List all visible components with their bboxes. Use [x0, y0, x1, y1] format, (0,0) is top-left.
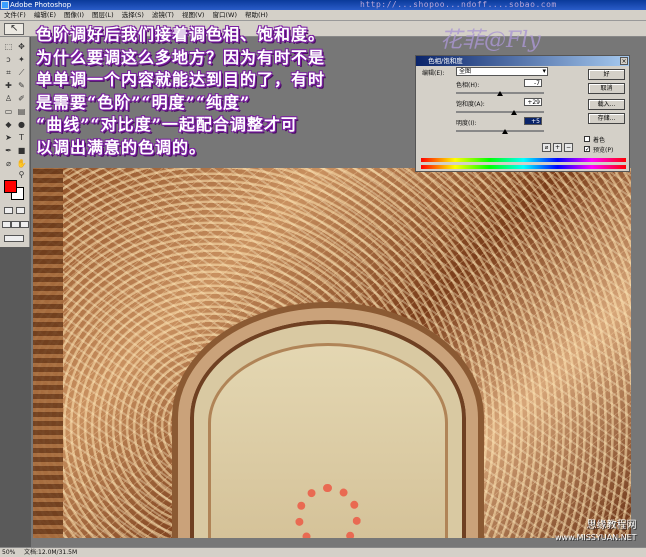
load-button[interactable]: 载入... — [588, 99, 625, 110]
pen-tool-icon[interactable]: ✒ — [3, 145, 14, 156]
save-button[interactable]: 存储... — [588, 113, 625, 124]
path-select-tool-icon[interactable]: ➤ — [3, 132, 14, 143]
preview-checkbox[interactable]: ✓ — [584, 146, 590, 153]
eyedropper-icon[interactable]: ⌀ — [542, 143, 551, 152]
menu-help[interactable]: 帮助(H) — [241, 10, 272, 20]
screen-mode-full-menu-button[interactable] — [11, 221, 20, 228]
cancel-button[interactable]: 取消 — [588, 83, 625, 94]
colorize-checkbox[interactable] — [584, 136, 590, 142]
menu-file[interactable]: 文件(F) — [0, 10, 30, 20]
canvas-left-border — [33, 168, 63, 538]
caption-line-6: 以调出满意的色调的。 — [36, 137, 207, 157]
menu-select[interactable]: 选择(S) — [118, 10, 148, 20]
saturation-label: 饱和度(A): — [456, 101, 485, 108]
window-title: Adobe Photoshop — [10, 1, 72, 9]
hue-input[interactable]: -7 — [524, 79, 542, 87]
eyedropper-tool-icon[interactable]: ⌀ — [3, 158, 14, 169]
watermark-url: http://...shopoo...ndoff....sobao.com — [360, 0, 557, 9]
blur-tool-icon[interactable]: ◆ — [3, 119, 14, 130]
menu-edit[interactable]: 编辑(E) — [30, 10, 60, 20]
quick-mask-button[interactable] — [16, 207, 25, 214]
menu-view[interactable]: 视图(V) — [178, 10, 209, 20]
screen-mode-standard-button[interactable] — [2, 221, 11, 228]
move-tool-icon: ↖ — [10, 23, 19, 34]
crop-tool-icon[interactable]: ⌗ — [3, 67, 14, 78]
site-url: www.MISSYUAN.NET — [555, 533, 637, 542]
saturation-slider-thumb[interactable] — [511, 110, 517, 115]
hand-tool-icon[interactable]: ✋ — [16, 158, 27, 169]
saturation-input[interactable]: +29 — [524, 98, 542, 106]
hue-label: 色相(H): — [456, 82, 480, 89]
jump-to-imageready-button[interactable] — [4, 235, 24, 242]
toolbox: ⬚ ✥ ↄ ✦ ⌗ ⟋ ✚ ✎ ♙ ✐ ▭ ▤ ◆ ● ➤ T ✒ ■ ⌀ ✋ … — [0, 37, 30, 247]
dialog-title: 色相/饱和度 — [428, 57, 463, 65]
status-bar: 50% 文档:12.0M/31.5M — [0, 547, 646, 557]
menu-layer[interactable]: 图层(L) — [88, 10, 118, 20]
standard-mode-button[interactable] — [4, 207, 13, 214]
screen-mode-full-button[interactable] — [20, 221, 29, 228]
logo-watermark: 花菲@Fly — [440, 28, 541, 53]
preview-label: 预览(P) — [593, 147, 614, 154]
ok-button[interactable]: 好 — [588, 69, 625, 80]
input-color-spectrum — [421, 158, 626, 162]
move-tool-icon[interactable]: ✥ — [16, 41, 27, 52]
caption-line-1: 色阶调好后我们接着调色相、饱和度。 — [36, 25, 326, 44]
image-canvas[interactable] — [33, 168, 631, 538]
tool-preset-picker[interactable]: ↖ — [4, 23, 24, 35]
lightness-label: 明度(I): — [456, 120, 477, 127]
lightness-slider-thumb[interactable] — [502, 129, 508, 134]
gradient-tool-icon[interactable]: ▤ — [16, 106, 27, 117]
caption-line-3: 单单调一个内容就能达到目的了，有时 — [36, 70, 326, 89]
caption-line-5: “曲线”“对比度”一起配合调整才可 — [36, 115, 298, 134]
magic-wand-tool-icon[interactable]: ✦ — [16, 54, 27, 65]
menu-filter[interactable]: 滤镜(T) — [148, 10, 178, 20]
eraser-tool-icon[interactable]: ▭ — [3, 106, 14, 117]
brush-tool-icon[interactable]: ✎ — [16, 80, 27, 91]
menu-bar: 文件(F) 编辑(E) 图像(I) 图层(L) 选择(S) 滤镜(T) 视图(V… — [0, 10, 646, 21]
site-watermark: 思缘教程网 www.MISSYUAN.NET — [555, 520, 637, 544]
close-icon[interactable]: × — [620, 57, 628, 65]
edit-select[interactable]: 全图 — [456, 67, 548, 76]
zoom-tool-icon[interactable]: ⚲ — [16, 169, 27, 180]
eyedropper-plus-icon[interactable]: + — [553, 143, 562, 152]
zoom-level[interactable]: 50% — [2, 548, 15, 557]
document-size: 文档:12.0M/31.5M — [24, 549, 78, 556]
photoshop-app-icon — [1, 1, 9, 9]
clone-stamp-tool-icon[interactable]: ♙ — [3, 93, 14, 104]
foreground-color-swatch[interactable] — [4, 180, 17, 193]
lightness-input[interactable]: +5 — [524, 117, 542, 125]
window-title-bar: Adobe Photoshop http://...shopoo...ndoff… — [0, 0, 646, 10]
marquee-tool-icon[interactable]: ⬚ — [3, 41, 14, 52]
colorize-label: 着色 — [593, 137, 606, 144]
dodge-tool-icon[interactable]: ● — [16, 119, 27, 130]
shape-tool-icon[interactable]: ■ — [16, 145, 27, 156]
lightness-slider[interactable] — [456, 130, 544, 132]
lasso-tool-icon[interactable]: ↄ — [3, 54, 14, 65]
tutorial-caption: 色阶调好后我们接着调色相、饱和度。 为什么要调这么多地方？因为有时不是 单单调一… — [36, 24, 426, 159]
healing-brush-tool-icon[interactable]: ✚ — [3, 80, 14, 91]
type-tool-icon[interactable]: T — [16, 132, 27, 143]
menu-image[interactable]: 图像(I) — [60, 10, 88, 20]
menu-window[interactable]: 窗口(W) — [208, 10, 241, 20]
history-brush-tool-icon[interactable]: ✐ — [16, 93, 27, 104]
caption-line-4: 是需要“色阶”“明度”“纯度” — [36, 92, 251, 112]
hue-saturation-dialog: 色相/饱和度 × 编辑(E): 全图 色相(H): -7 饱和度(A): +29… — [415, 55, 630, 172]
site-name: 思缘教程网 — [586, 520, 637, 531]
slice-tool-icon[interactable]: ⟋ — [16, 67, 27, 78]
eyedropper-minus-icon[interactable]: − — [564, 143, 573, 152]
saturation-slider[interactable] — [456, 111, 544, 113]
hue-slider-thumb[interactable] — [497, 91, 503, 96]
dialog-title-bar[interactable]: 色相/饱和度 × — [416, 56, 629, 66]
output-color-spectrum — [421, 165, 626, 169]
caption-line-2: 为什么要调这么多地方？因为有时不是 — [36, 47, 326, 67]
